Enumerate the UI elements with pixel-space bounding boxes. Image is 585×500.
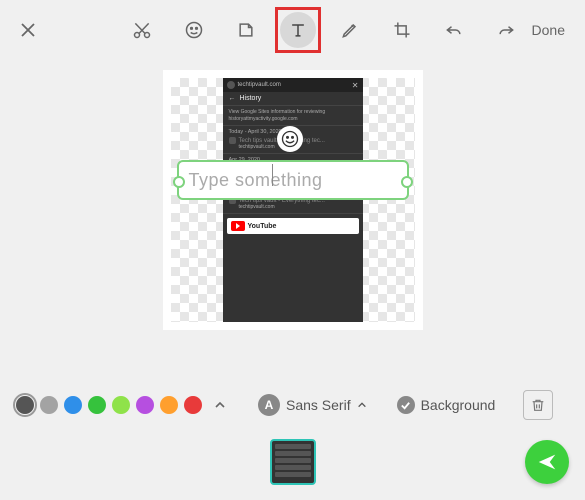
text-tool-icon[interactable] [280,12,316,48]
send-button[interactable] [525,440,569,484]
inserted-screenshot: techtipvault.com ✕ ← History View Google… [223,78,363,322]
background-toggle[interactable]: Background [397,396,496,414]
crop-tool-icon[interactable] [384,12,420,48]
background-label: Background [421,397,496,413]
youtube-card: YouTube [227,218,359,234]
text-options-bar: A Sans Serif Background [0,390,585,420]
screenshot-header: History [240,95,262,102]
screenshot-url: techtipvault.com [238,82,281,88]
bottom-bar [0,434,585,490]
color-swatch[interactable] [16,396,34,414]
redo-icon[interactable] [488,12,524,48]
color-swatch[interactable] [112,396,130,414]
color-swatch[interactable] [160,396,178,414]
color-swatch[interactable] [40,396,58,414]
more-colors-button[interactable] [210,395,230,415]
color-swatch[interactable] [64,396,82,414]
color-swatch[interactable] [136,396,154,414]
text-placeholder: Type something [189,170,323,191]
close-icon: ✕ [352,81,359,90]
text-tool-highlight [275,7,321,53]
cut-tool-icon[interactable] [124,12,160,48]
font-name: Sans Serif [286,397,351,413]
youtube-logo-icon [231,221,245,231]
tool-row [124,12,524,48]
top-toolbar: Done [0,0,585,60]
undo-icon[interactable] [436,12,472,48]
font-icon: A [258,394,280,416]
close-button[interactable] [12,14,44,46]
edit-canvas[interactable]: techtipvault.com ✕ ← History View Google… [163,70,423,330]
canvas-area: techtipvault.com ✕ ← History View Google… [0,60,585,330]
text-cursor [272,164,273,186]
screenshot-blurb: View Google Sites information for review… [229,109,357,122]
sticker-tool-icon[interactable] [228,12,264,48]
delete-button[interactable] [523,390,553,420]
emoji-sticker[interactable] [277,126,303,152]
color-swatch[interactable] [88,396,106,414]
done-button[interactable]: Done [524,16,573,44]
text-input-overlay[interactable]: Type something [177,160,409,200]
color-swatch[interactable] [184,396,202,414]
color-swatches [16,396,202,414]
emoji-tool-icon[interactable] [176,12,212,48]
font-selector[interactable]: A Sans Serif [258,394,367,416]
check-icon [397,396,415,414]
image-thumbnail[interactable] [270,439,316,485]
draw-tool-icon[interactable] [332,12,368,48]
